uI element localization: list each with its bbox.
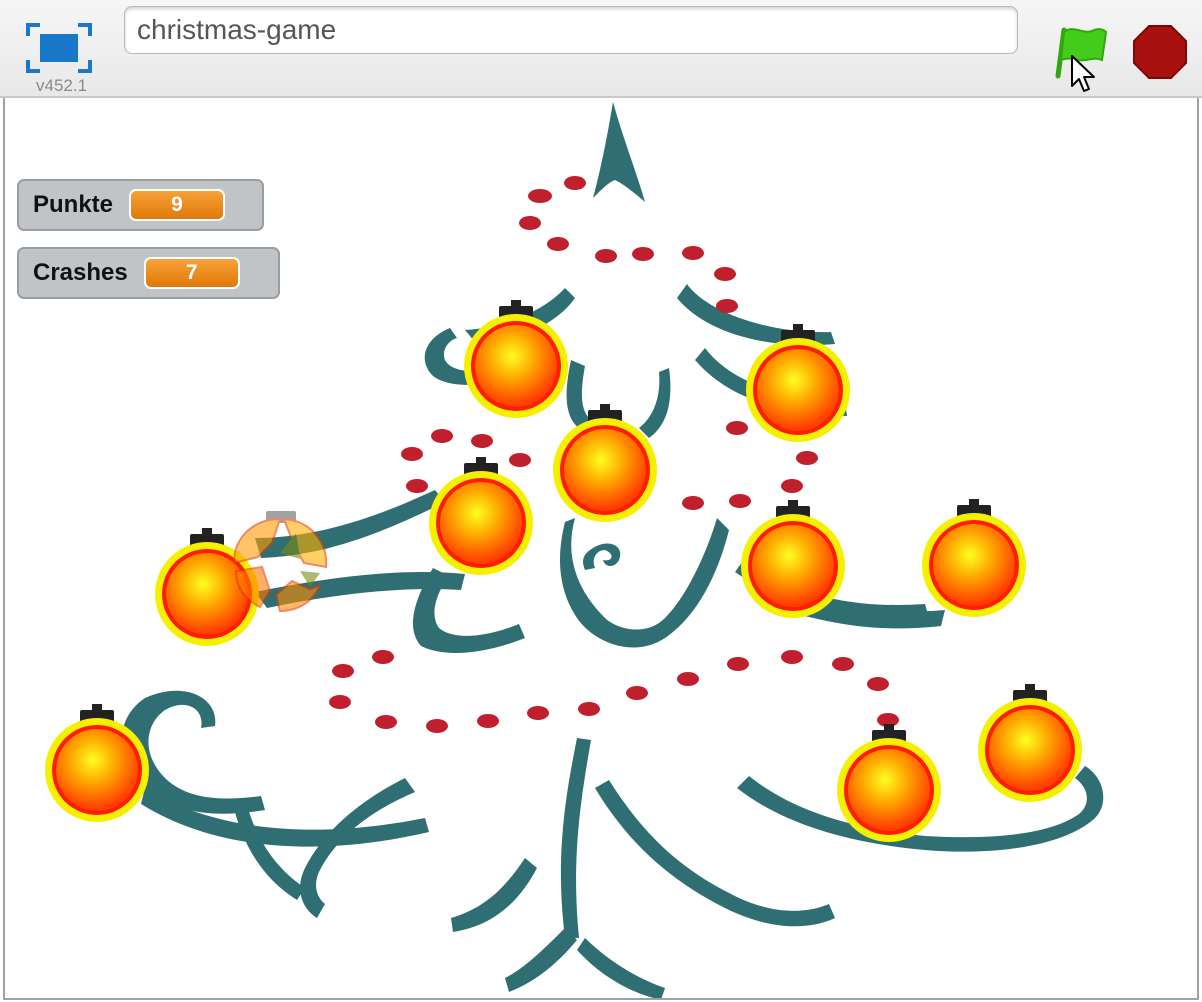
project-title-input[interactable] bbox=[124, 6, 1018, 54]
monitor-label: Crashes bbox=[33, 259, 128, 286]
player-toolbar: v452.1 bbox=[0, 0, 1202, 98]
green-flag-icon bbox=[1055, 27, 1108, 79]
monitor-punkte[interactable]: Punkte 9 bbox=[17, 179, 264, 231]
version-label: v452.1 bbox=[36, 76, 88, 95]
ornament-sprite[interactable] bbox=[746, 324, 850, 442]
ornament-sprite[interactable] bbox=[741, 500, 845, 618]
ornament-sprite[interactable] bbox=[978, 684, 1082, 802]
broken-ornament-sprite bbox=[232, 511, 328, 613]
fullscreen-icon bbox=[26, 23, 92, 73]
monitor-crashes[interactable]: Crashes 7 bbox=[17, 247, 280, 299]
stage-scene bbox=[45, 102, 1104, 998]
monitor-value: 7 bbox=[143, 257, 240, 289]
monitor-label: Punkte bbox=[33, 191, 114, 218]
stop-button[interactable] bbox=[1132, 24, 1188, 80]
game-stage[interactable]: Punkte 9 Crashes 7 bbox=[3, 98, 1199, 1000]
ornament-sprite[interactable] bbox=[429, 457, 533, 575]
monitor-value: 9 bbox=[129, 189, 226, 221]
green-flag-button[interactable] bbox=[1050, 22, 1112, 82]
ornament-sprite[interactable] bbox=[922, 499, 1026, 617]
scratch-player-window: v452.1 christmas-game Punkte 9 Crashes 7 bbox=[0, 0, 1202, 1002]
ornament-sprite[interactable] bbox=[837, 724, 941, 842]
fullscreen-button[interactable] bbox=[26, 22, 92, 74]
ornament-sprite[interactable] bbox=[553, 404, 657, 522]
stop-sign-icon bbox=[1133, 25, 1187, 79]
